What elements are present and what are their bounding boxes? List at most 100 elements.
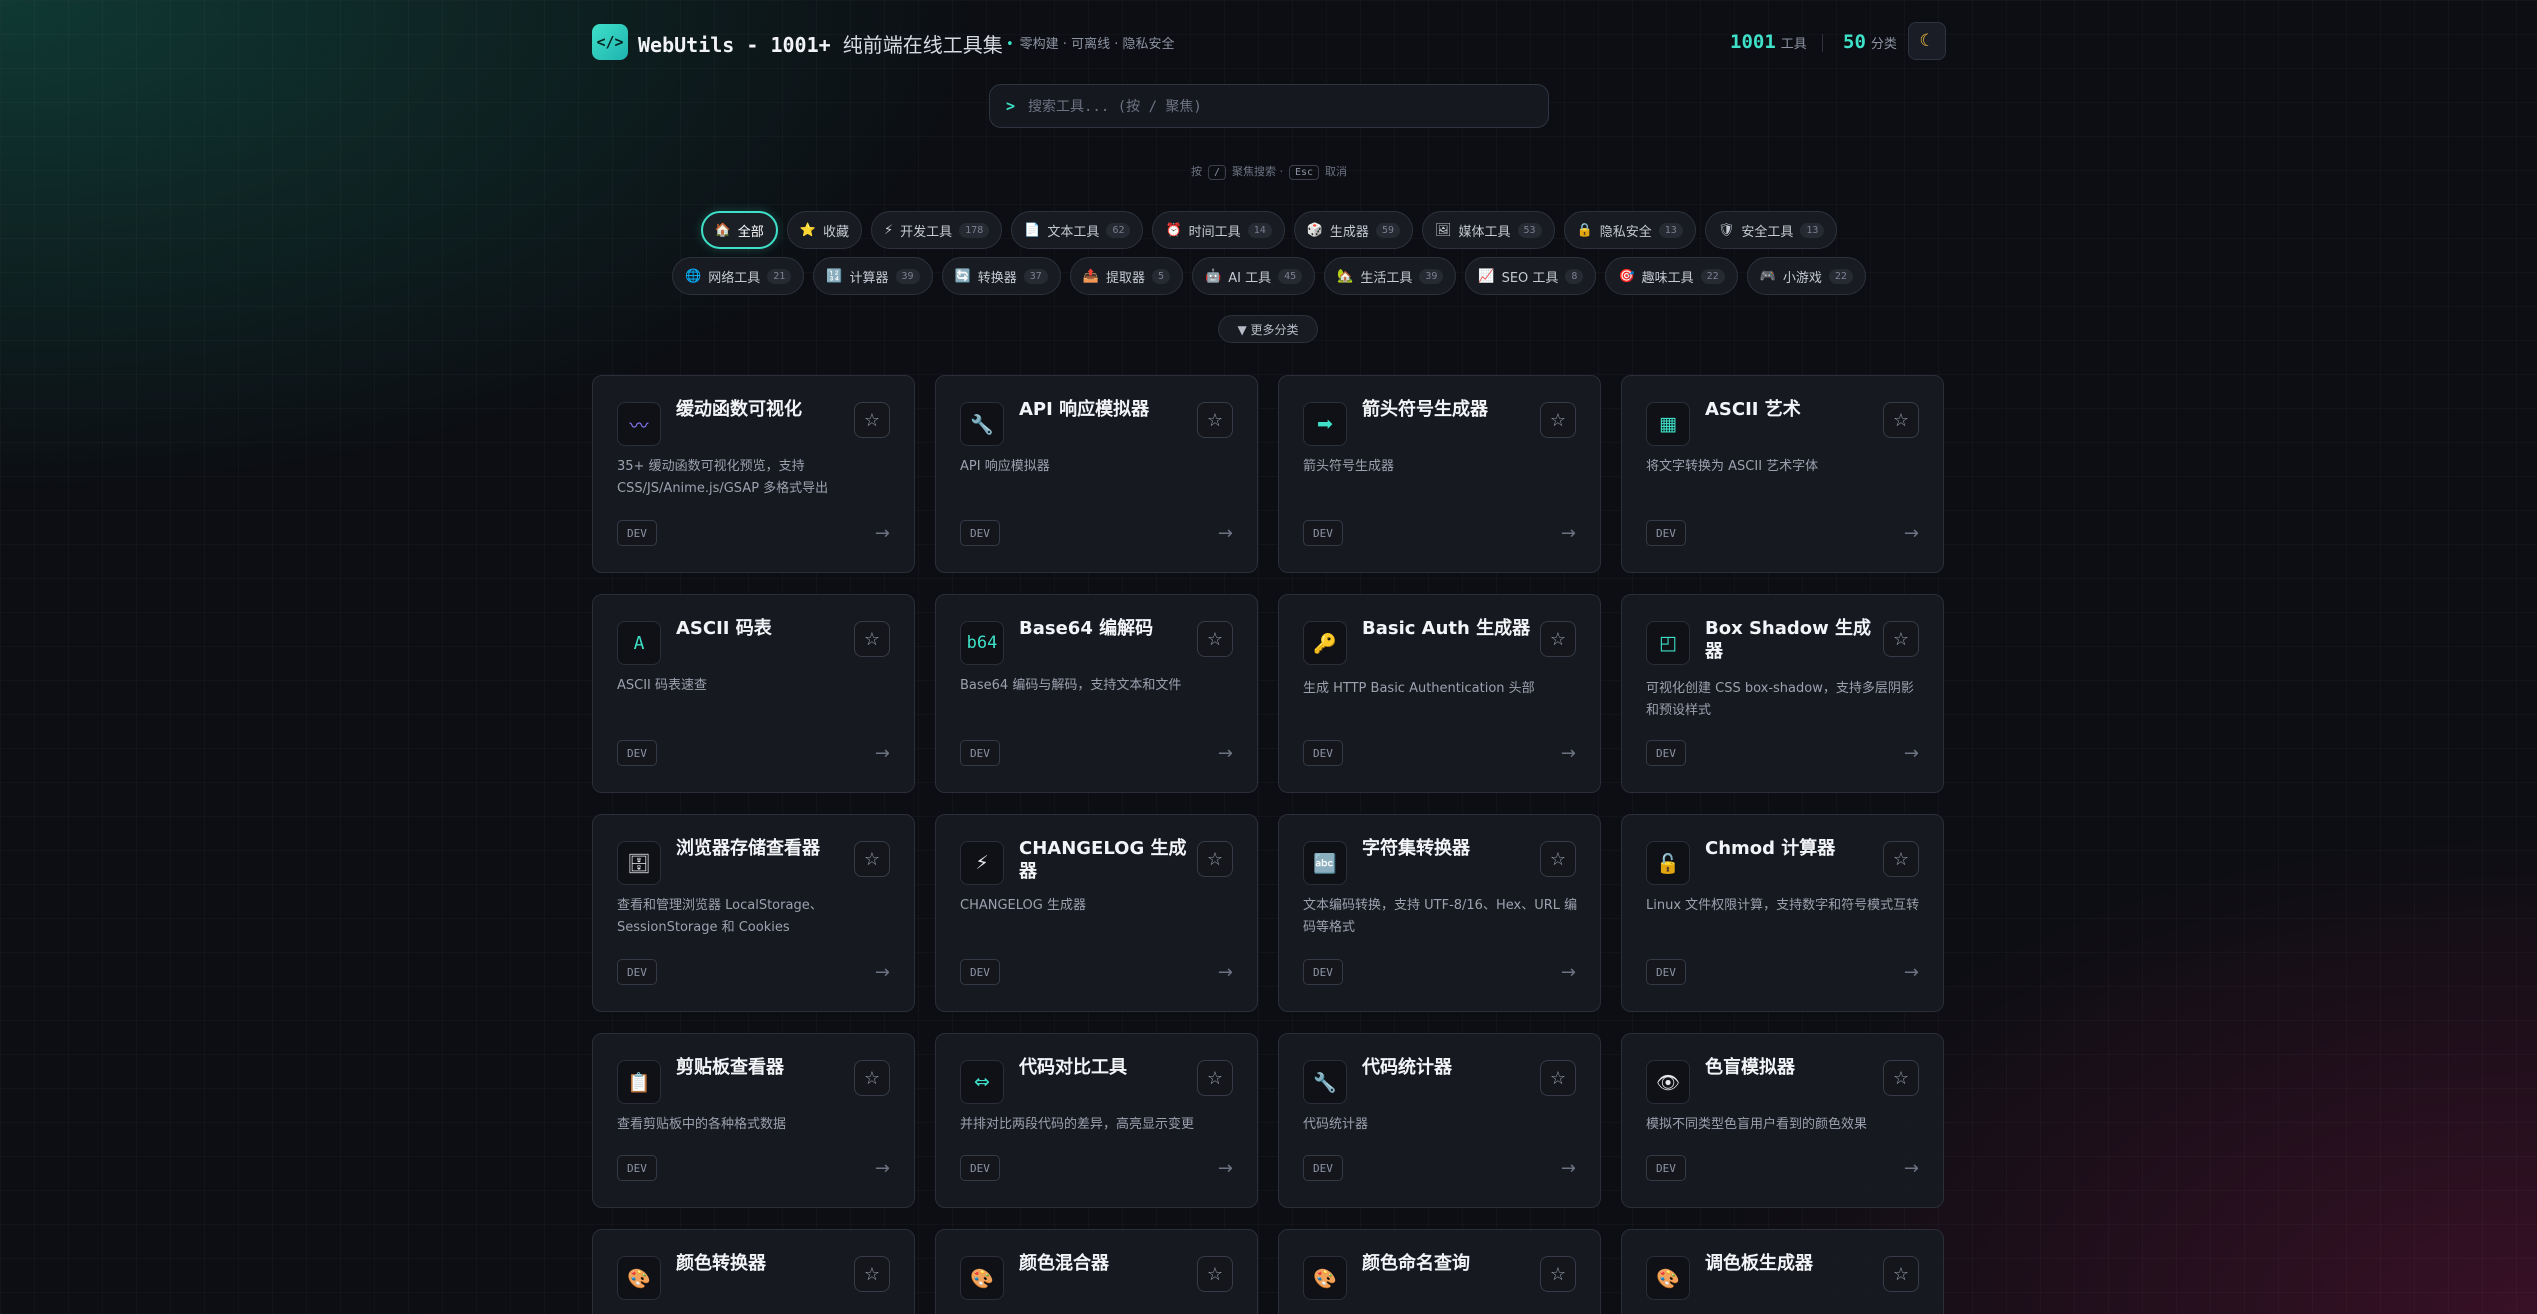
favorite-star-icon[interactable]: ☆ xyxy=(1540,1256,1576,1292)
tool-title[interactable]: 剪贴板查看器 xyxy=(676,1056,846,1079)
tool-title[interactable]: 浏览器存储查看器 xyxy=(676,837,846,860)
category-count-badge: 14 xyxy=(1247,222,1272,238)
favorite-star-icon[interactable]: ☆ xyxy=(854,621,890,657)
category-chips-row-1: 🏠 全部 ⭐ 收藏 ⚡ 开发工具 178 📄 文本工具 62 ⏰ 时间工具 14 🎲 生成器 59 🖼 媒体工具 5… xyxy=(592,211,1946,249)
category-chip[interactable]: 📤 提取器 5 xyxy=(1069,257,1184,295)
tool-icon: 🎨 xyxy=(1646,1256,1690,1300)
tool-card[interactable]: 🗄 浏览器存储查看器 ☆ 查看和管理浏览器 LocalStorage、SessionS… xyxy=(592,814,915,1012)
tool-description: CHANGELOG 生成器 xyxy=(960,898,1086,913)
tool-title[interactable]: ASCII 码表 xyxy=(676,617,846,640)
search-input[interactable] xyxy=(1028,93,1528,121)
favorite-star-icon[interactable]: ☆ xyxy=(854,841,890,877)
tool-category-tag: DEV xyxy=(960,1155,1000,1181)
tool-card[interactable]: ▦ ASCII 艺术 ☆ 将文字转换为 ASCII 艺术字体 DEV → xyxy=(1621,375,1944,573)
category-chip[interactable]: 🏡 生活工具 39 xyxy=(1324,257,1457,295)
category-chip[interactable]: 📄 文本工具 62 xyxy=(1011,211,1144,249)
category-icon: 🔄 xyxy=(954,268,971,284)
favorite-star-icon[interactable]: ☆ xyxy=(1883,621,1919,657)
category-chip[interactable]: 🛡 安全工具 13 xyxy=(1704,211,1838,249)
search-box[interactable]: > xyxy=(989,84,1549,128)
favorite-star-icon[interactable]: ☆ xyxy=(1883,402,1919,438)
favorite-star-icon[interactable]: ☆ xyxy=(854,1060,890,1096)
favorite-star-icon[interactable]: ☆ xyxy=(854,1256,890,1292)
category-chip[interactable]: 🔢 计算器 39 xyxy=(813,257,933,295)
favorite-star-icon[interactable]: ☆ xyxy=(1883,841,1919,877)
tool-card[interactable]: ◰ Box Shadow 生成器 ☆ 可视化创建 CSS box-shadow，支持多… xyxy=(1621,594,1944,793)
favorite-star-icon[interactable]: ☆ xyxy=(1883,1060,1919,1096)
tool-title[interactable]: ASCII 艺术 xyxy=(1705,398,1875,421)
tool-card[interactable]: ⇔ 代码对比工具 ☆ 并排对比两段代码的差异，高亮显示变更 DEV → xyxy=(935,1033,1258,1208)
tool-title[interactable]: Basic Auth 生成器 xyxy=(1362,617,1532,640)
tool-card[interactable]: 🔧 代码统计器 ☆ 代码统计器 DEV → xyxy=(1278,1033,1601,1208)
tool-title[interactable]: 调色板生成器 xyxy=(1705,1252,1875,1275)
category-chip[interactable]: ⏰ 时间工具 14 xyxy=(1152,211,1285,249)
tool-title[interactable]: 颜色命名查询 xyxy=(1362,1252,1532,1275)
category-chip[interactable]: 🖼 媒体工具 53 xyxy=(1421,211,1555,249)
favorite-star-icon[interactable]: ☆ xyxy=(1197,1256,1233,1292)
tool-title[interactable]: 色盲模拟器 xyxy=(1705,1056,1875,1079)
favorite-star-icon[interactable]: ☆ xyxy=(1197,841,1233,877)
category-chip[interactable]: 🎲 生成器 59 xyxy=(1293,211,1413,249)
category-chip[interactable]: 🏠 全部 xyxy=(700,211,778,249)
category-chip[interactable]: 🔄 转换器 37 xyxy=(941,257,1061,295)
tool-card[interactable]: 🎨 颜色命名查询 ☆ xyxy=(1278,1229,1601,1314)
site-title[interactable]: WebUtils - 1001+ 纯前端在线工具集 xyxy=(638,29,1003,58)
tool-title[interactable]: 代码对比工具 xyxy=(1019,1056,1189,1079)
category-chip[interactable]: 📈 SEO 工具 8 xyxy=(1465,257,1597,295)
tool-card[interactable]: ⚡ CHANGELOG 生成器 ☆ CHANGELOG 生成器 DEV → xyxy=(935,814,1258,1012)
tool-title[interactable]: 箭头符号生成器 xyxy=(1362,398,1532,421)
tool-title[interactable]: 缓动函数可视化 xyxy=(676,398,846,421)
favorite-star-icon[interactable]: ☆ xyxy=(1197,621,1233,657)
category-count-badge: 62 xyxy=(1106,222,1131,238)
tool-icon: 🔓 xyxy=(1646,841,1690,885)
tool-title[interactable]: 颜色混合器 xyxy=(1019,1252,1189,1275)
category-chip[interactable]: 🔒 隐私安全 13 xyxy=(1563,211,1696,249)
tool-card[interactable]: 🎨 调色板生成器 ☆ xyxy=(1621,1229,1944,1314)
more-categories-button[interactable]: ▼ 更多分类 xyxy=(1218,315,1318,343)
tool-card[interactable]: b64 Base64 编解码 ☆ Base64 编码与解码，支持文本和文件 DEV → xyxy=(935,594,1258,793)
favorite-star-icon[interactable]: ☆ xyxy=(1540,841,1576,877)
tool-icon: ▦ xyxy=(1646,402,1690,446)
tool-title[interactable]: CHANGELOG 生成器 xyxy=(1019,837,1189,883)
category-icon: 🖼 xyxy=(1434,222,1452,238)
tool-card[interactable]: 🔓 Chmod 计算器 ☆ Linux 文件权限计算，支持数字和符号模式互转 DEV → xyxy=(1621,814,1944,1012)
favorite-star-icon[interactable]: ☆ xyxy=(1883,1256,1919,1292)
tool-title[interactable]: Base64 编解码 xyxy=(1019,617,1189,640)
tagline-dot-icon: • xyxy=(1006,37,1014,52)
favorite-star-icon[interactable]: ☆ xyxy=(1540,402,1576,438)
favorite-star-icon[interactable]: ☆ xyxy=(1197,402,1233,438)
tool-card[interactable]: 🔑 Basic Auth 生成器 ☆ 生成 HTTP Basic Authentica… xyxy=(1278,594,1601,793)
tool-title[interactable]: 字符集转换器 xyxy=(1362,837,1532,860)
tool-card[interactable]: 🎨 颜色转换器 ☆ xyxy=(592,1229,915,1314)
tool-title[interactable]: 代码统计器 xyxy=(1362,1056,1532,1079)
favorite-star-icon[interactable]: ☆ xyxy=(1197,1060,1233,1096)
category-chip[interactable]: 🎮 小游戏 22 xyxy=(1746,257,1866,295)
tool-card[interactable]: 〰缓动函数可视化 ☆ 35+ 缓动函数可视化预览，支持 CSS/JS/Anime.j… xyxy=(592,375,915,573)
tool-card[interactable]: 🔧 API 响应模拟器 ☆ API 响应模拟器 DEV → xyxy=(935,375,1258,573)
tool-title[interactable]: Chmod 计算器 xyxy=(1705,837,1875,860)
category-chip[interactable]: ⚡ 开发工具 178 xyxy=(871,211,1003,249)
tool-title[interactable]: Box Shadow 生成器 xyxy=(1705,617,1875,663)
tool-title[interactable]: 颜色转换器 xyxy=(676,1252,846,1275)
category-label: 开发工具 xyxy=(900,224,953,240)
favorite-star-icon[interactable]: ☆ xyxy=(1540,1060,1576,1096)
category-count-badge: 178 xyxy=(959,222,990,238)
favorite-star-icon[interactable]: ☆ xyxy=(1540,621,1576,657)
tool-card[interactable]: A ASCII 码表 ☆ ASCII 码表速查 DEV → xyxy=(592,594,915,793)
theme-toggle-button[interactable]: ☾ xyxy=(1908,22,1946,60)
tool-icon: 🎨 xyxy=(960,1256,1004,1300)
category-chip[interactable]: 🎯 趣味工具 22 xyxy=(1605,257,1738,295)
tool-card[interactable]: 🎨 颜色混合器 ☆ xyxy=(935,1229,1258,1314)
tool-card[interactable]: ➡ 箭头符号生成器 ☆ 箭头符号生成器 DEV → xyxy=(1278,375,1601,573)
category-chip[interactable]: ⭐ 收藏 xyxy=(786,211,863,249)
tool-card[interactable]: 📋 剪贴板查看器 ☆ 查看剪贴板中的各种格式数据 DEV → xyxy=(592,1033,915,1208)
category-icon: ⚡ xyxy=(884,222,894,238)
favorite-star-icon[interactable]: ☆ xyxy=(854,402,890,438)
category-chip[interactable]: 🌐 网络工具 21 xyxy=(672,257,805,295)
tool-card[interactable]: 🔤 字符集转换器 ☆ 文本编码转换，支持 UTF-8/16、Hex、URL 编码等格式… xyxy=(1278,814,1601,1012)
logo-icon[interactable]: </> xyxy=(592,24,628,60)
tool-title[interactable]: API 响应模拟器 xyxy=(1019,398,1189,421)
category-chip[interactable]: 🤖 AI 工具 45 xyxy=(1192,257,1316,295)
tool-card[interactable]: 👁 色盲模拟器 ☆ 模拟不同类型色盲用户看到的颜色效果 DEV → xyxy=(1621,1033,1944,1208)
category-label: AI 工具 xyxy=(1228,270,1272,286)
